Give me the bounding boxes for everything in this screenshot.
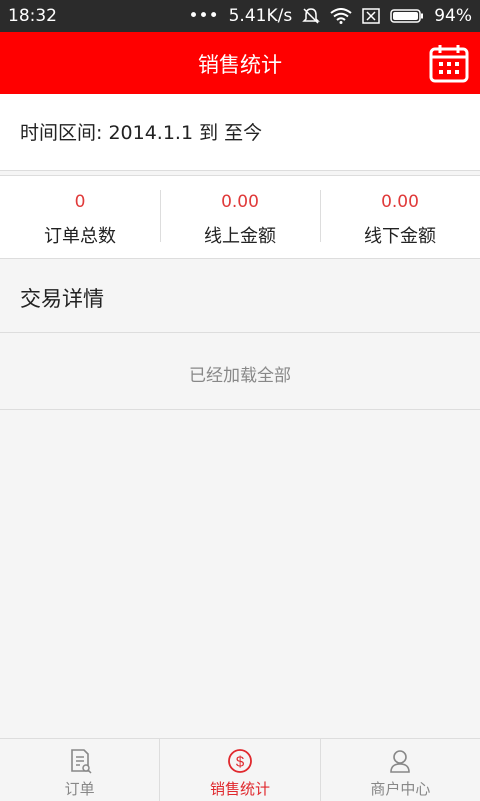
stat-value: 0	[74, 192, 86, 212]
stat-label: 订单总数	[44, 226, 116, 247]
tab-merchant-center[interactable]: 商户中心	[319, 739, 480, 801]
stat-order-total: 0 订单总数	[0, 176, 160, 258]
tab-label: 销售统计	[209, 780, 270, 798]
battery-percent: 94%	[434, 6, 472, 26]
dollar-icon: $	[228, 749, 252, 773]
stat-value: 0.00	[381, 192, 419, 212]
calendar-button[interactable]	[428, 42, 470, 84]
date-range-text: 时间区间: 2014.1.1 到 至今	[20, 122, 263, 144]
calendar-icon	[429, 45, 469, 83]
order-icon	[70, 749, 92, 774]
date-range-row[interactable]: 时间区间: 2014.1.1 到 至今	[0, 94, 480, 171]
network-speed: 5.41K/s	[228, 6, 293, 26]
stat-online-amount: 0.00 线上金额	[160, 176, 320, 258]
app-header: 销售统计	[0, 32, 480, 94]
wifi-icon	[330, 8, 352, 24]
status-bar: 18:32 ••• 5.41K/s 94%	[0, 0, 480, 32]
tab-orders[interactable]: 订单	[0, 739, 159, 801]
battery-icon	[390, 9, 424, 23]
stat-value: 0.00	[221, 192, 259, 212]
stat-label: 线上金额	[204, 226, 276, 247]
no-sim-icon	[362, 8, 380, 24]
all-loaded-row: 已经加载全部	[0, 332, 480, 410]
tab-sales-stats[interactable]: $ 销售统计	[159, 739, 319, 801]
status-time: 18:32	[8, 6, 57, 26]
all-loaded-text: 已经加载全部	[189, 366, 291, 386]
dots-icon: •••	[188, 6, 219, 26]
transaction-details-title: 交易详情	[20, 287, 104, 311]
stat-label: 线下金额	[364, 226, 436, 247]
stat-offline-amount: 0.00 线下金额	[320, 176, 480, 258]
bell-muted-icon	[302, 8, 321, 24]
page-title: 销售统计	[198, 53, 282, 77]
user-icon	[390, 750, 411, 773]
bottom-tab-bar: 订单 $ 销售统计 商户中心	[0, 738, 480, 801]
status-right: ••• 5.41K/s 94%	[189, 6, 472, 26]
tab-label: 订单	[64, 780, 95, 798]
stats-panel: 0 订单总数 0.00 线上金额 0.00 线下金额	[0, 175, 480, 259]
svg-text:$: $	[236, 754, 245, 771]
tab-label: 商户中心	[370, 780, 431, 798]
